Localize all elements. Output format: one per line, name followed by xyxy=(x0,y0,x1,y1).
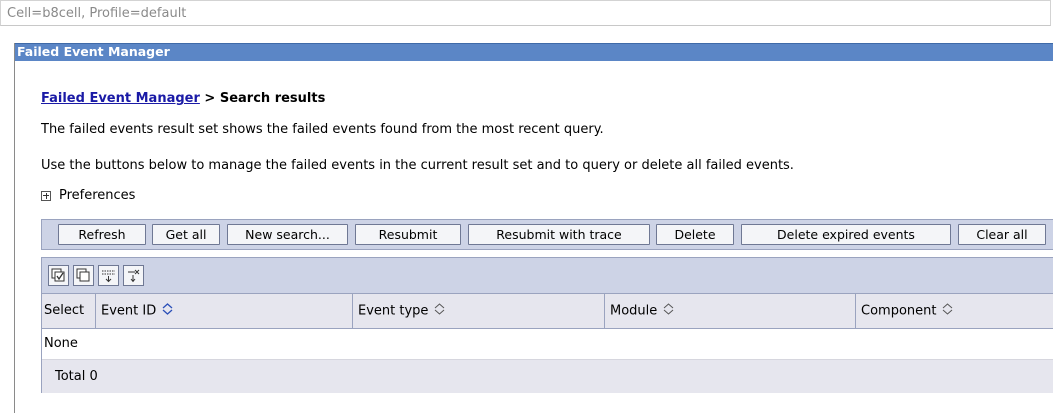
sort-icon[interactable] xyxy=(434,303,445,319)
action-toolbar: Refresh Get all New search... Resubmit R… xyxy=(41,219,1053,250)
breadcrumb: Failed Event Manager > Search results xyxy=(41,91,325,106)
total-row: Total 0 xyxy=(41,358,1053,393)
sort-icon[interactable] xyxy=(942,303,953,319)
sort-icon[interactable] xyxy=(663,303,674,319)
table-row: None xyxy=(41,328,1053,359)
delete-button[interactable]: Delete xyxy=(656,224,734,245)
breadcrumb-current: Search results xyxy=(219,91,326,106)
instructions-text: Use the buttons below to manage the fail… xyxy=(41,158,794,173)
select-all-icon[interactable] xyxy=(48,265,69,286)
preferences-label: Preferences xyxy=(59,188,136,203)
column-module[interactable]: Module xyxy=(604,294,856,329)
failed-events-table: Select Event ID Event type Module Compon… xyxy=(41,294,1053,393)
column-component[interactable]: Component xyxy=(855,294,1053,329)
panel-content: Failed Event Manager > Search results Th… xyxy=(41,43,1053,413)
clear-all-button[interactable]: Clear all xyxy=(958,224,1046,245)
resubmit-with-trace-button[interactable]: Resubmit with trace xyxy=(468,224,650,245)
delete-expired-events-button[interactable]: Delete expired events xyxy=(741,224,951,245)
sort-icon-active[interactable] xyxy=(162,302,173,319)
total-count: Total 0 xyxy=(41,358,1053,393)
refresh-button[interactable]: Refresh xyxy=(58,224,146,245)
description-text: The failed events result set shows the f… xyxy=(41,122,604,137)
resubmit-button[interactable]: Resubmit xyxy=(355,224,461,245)
new-search-button[interactable]: New search... xyxy=(227,224,348,245)
column-event-id[interactable]: Event ID xyxy=(95,294,353,329)
table-icon-toolbar xyxy=(41,257,1053,294)
column-event-type[interactable]: Event type xyxy=(352,294,605,329)
deselect-all-icon[interactable] xyxy=(73,265,94,286)
column-select: Select xyxy=(41,294,96,329)
preferences-toggle[interactable]: Preferences xyxy=(41,188,135,203)
clear-filter-icon[interactable] xyxy=(123,265,144,286)
breadcrumb-separator: > xyxy=(199,91,220,106)
table-header-row: Select Event ID Event type Module Compon… xyxy=(41,294,1053,329)
portlet-frame: Failed Event Manager Failed Event Manage… xyxy=(14,43,1053,413)
breadcrumb-link[interactable]: Failed Event Manager xyxy=(41,91,200,106)
empty-message: None xyxy=(41,328,1053,359)
scope-text: Cell=b8cell, Profile=default xyxy=(7,6,187,21)
get-all-button[interactable]: Get all xyxy=(152,224,220,245)
expand-icon[interactable] xyxy=(41,190,51,201)
scope-bar: Cell=b8cell, Profile=default xyxy=(0,0,1051,26)
show-filter-icon[interactable] xyxy=(98,265,119,286)
